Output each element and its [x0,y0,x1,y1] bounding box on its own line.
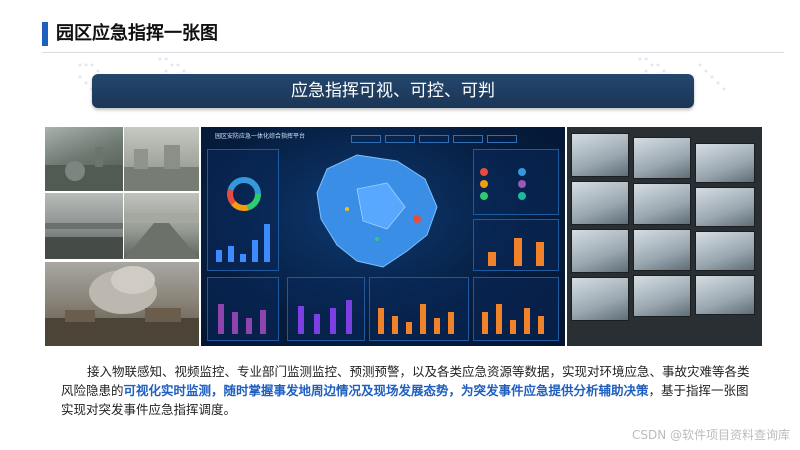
video-wall-screen [571,133,629,177]
video-wall-screen [695,231,755,271]
dashboard-panel-left-top [207,149,279,271]
video-wall-screen [695,275,755,315]
dashboard-title: 园区安防应急一体化综合指挥平台 [215,133,306,140]
video-wall-photo [567,127,762,346]
video-wall-screen [571,277,629,321]
video-wall-screen [695,143,755,183]
video-wall-screen [695,187,755,227]
incident-photo-explosion-site [45,262,199,346]
video-wall-screen [571,181,629,225]
video-wall-screen [633,183,691,225]
surveillance-photo-highway [124,193,199,259]
dashboard-panel-left-bottom [207,277,279,341]
video-wall-screen [633,275,691,317]
dashboard-panel-right-middle [473,219,559,271]
description-paragraph: 接入物联感知、视频监控、专业部门监测监控、预测预警，以及各类应急资源等数据，实现… [61,362,751,419]
watermark: CSDN @软件项目资料查询库 [631,428,790,442]
dashboard-panel-center-right [369,277,469,341]
dashboard-panel-center-left [287,277,365,341]
dashboard-tab [453,135,483,143]
title-divider [42,52,784,53]
dashboard-panel-right-bottom [473,277,559,341]
page-title: 园区应急指挥一张图 [56,23,218,44]
surveillance-photo-smog-street [124,127,199,191]
video-wall-screen [633,229,691,271]
video-wall-screen [571,229,629,273]
surveillance-photo-overpass [45,193,123,259]
command-dashboard-screenshot: 园区安防应急一体化综合指挥平台 [201,127,565,346]
dashboard-tab [419,135,449,143]
title-accent-bar [42,22,48,46]
description-highlight: 可视化实时监测，随时掌握事发地周边情况及现场发展态势，为突发事件应急提供分析辅助… [123,383,649,398]
video-wall-screen [633,137,691,179]
dashboard-tab [351,135,381,143]
dashboard-tab [487,135,517,143]
slogan-banner: 应急指挥可视、可控、可判 [92,74,694,108]
dashboard-panel-right-top [473,149,559,215]
dashboard-tab [385,135,415,143]
district-map [316,154,438,268]
surveillance-photo-city-road [45,127,123,191]
